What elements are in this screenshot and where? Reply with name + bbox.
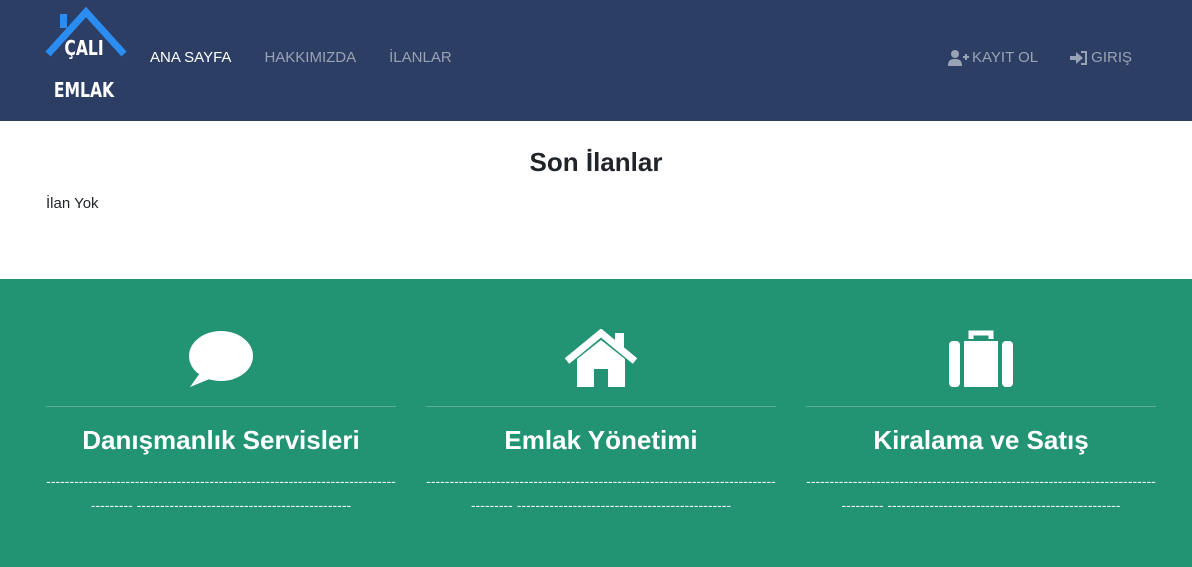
service-text: ----------------------------------------… <box>806 473 1156 513</box>
nav-about[interactable]: HAKKIMIZDA <box>264 48 356 68</box>
auth-nav: KAYIT OL GIRIŞ <box>916 48 1132 68</box>
service-title: Kiralama ve Satış <box>873 425 1089 455</box>
register-link[interactable]: KAYIT OL <box>948 48 1038 68</box>
service-text: ----------------------------------------… <box>46 473 396 513</box>
nav-listings[interactable]: İLANLAR <box>389 48 452 68</box>
services-section: Danışmanlık Servisleri -----------------… <box>0 279 1192 567</box>
home-icon <box>564 328 638 387</box>
brand-line1: ÇALI <box>64 36 104 60</box>
sign-in-icon <box>1070 51 1088 65</box>
navbar: ÇALI EMLAK ANA SAYFA HAKKIMIZDA İLANLAR … <box>0 0 1192 121</box>
service-title: Emlak Yönetimi <box>504 425 698 455</box>
comment-icon <box>189 331 253 387</box>
login-link[interactable]: GIRIŞ <box>1070 48 1132 68</box>
empty-message: İlan Yok <box>46 195 99 212</box>
divider <box>426 406 776 407</box>
login-label: GIRIŞ <box>1091 49 1132 66</box>
service-title: Danışmanlık Servisleri <box>82 425 360 455</box>
divider <box>806 406 1156 407</box>
register-label: KAYIT OL <box>972 49 1039 66</box>
main-nav: ANA SAYFA HAKKIMIZDA İLANLAR <box>150 48 485 68</box>
nav-home[interactable]: ANA SAYFA <box>150 48 231 68</box>
suitcase-icon <box>949 330 1013 387</box>
user-plus-icon <box>948 50 970 66</box>
latest-listings-section: Son İlanlar İlan Yok <box>0 121 1192 279</box>
service-text: ----------------------------------------… <box>426 473 776 513</box>
latest-title: Son İlanlar <box>529 147 663 177</box>
brand-logo[interactable]: ÇALI EMLAK <box>44 6 128 106</box>
divider <box>46 406 396 407</box>
brand-line2: EMLAK <box>53 78 115 102</box>
